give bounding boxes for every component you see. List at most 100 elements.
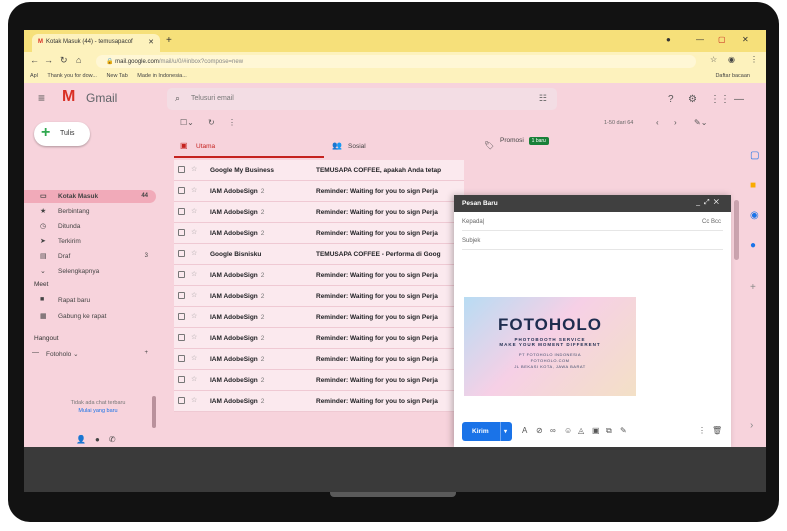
back-icon[interactable]: ← bbox=[30, 55, 39, 65]
apps-grid-icon[interactable]: ⋮⋮ bbox=[710, 94, 730, 105]
to-field[interactable]: Kepada| Cc Bcc bbox=[462, 214, 723, 231]
table-row[interactable]: ☆ IAM AdobeSign 2 Reminder: Waiting for you… bbox=[174, 223, 464, 244]
table-row[interactable]: ☆ IAM AdobeSign 2 Reminder: Waiting for you… bbox=[174, 286, 464, 307]
bookmark-star-icon[interactable]: ☆ bbox=[710, 55, 717, 64]
lock-clock-icon[interactable]: ⧉ bbox=[606, 426, 612, 436]
trash-icon[interactable]: 🗑 bbox=[712, 426, 722, 435]
row-checkbox[interactable] bbox=[178, 313, 185, 320]
profile-icon[interactable]: ● bbox=[666, 35, 671, 44]
star-outline-icon[interactable]: ☆ bbox=[191, 375, 197, 383]
menu-kebab-icon[interactable]: ⋮ bbox=[750, 55, 758, 64]
input-tools-icon[interactable]: ✎⌄ bbox=[694, 118, 707, 127]
reload-icon[interactable]: ↻ bbox=[60, 55, 68, 66]
refresh-icon[interactable]: ↻ bbox=[208, 118, 215, 127]
emoji-icon[interactable]: ☺ bbox=[564, 426, 572, 435]
add-chat-icon[interactable]: + bbox=[144, 350, 148, 356]
row-checkbox[interactable] bbox=[178, 355, 185, 362]
star-outline-icon[interactable]: ☆ bbox=[191, 207, 197, 215]
attach-icon[interactable]: ⊘ bbox=[536, 426, 543, 435]
image-icon[interactable]: ▣ bbox=[592, 426, 600, 435]
home-icon[interactable]: ⌂ bbox=[76, 55, 81, 65]
tab-social[interactable]: 👥 Sosial bbox=[326, 134, 476, 158]
settings-gear-icon[interactable]: ⚙ bbox=[688, 94, 697, 105]
sidebar-scrollbar[interactable] bbox=[152, 396, 156, 428]
sidebar-item-sent[interactable]: ➤ Terkirim bbox=[24, 235, 156, 248]
table-row[interactable]: ☆ IAM AdobeSign 2 Reminder: Waiting for you… bbox=[174, 202, 464, 223]
forward-icon[interactable]: → bbox=[44, 55, 53, 65]
row-checkbox[interactable] bbox=[178, 229, 185, 236]
row-checkbox[interactable] bbox=[178, 376, 185, 383]
sidebar-item-starred[interactable]: ★ Berbintang bbox=[24, 205, 156, 218]
star-outline-icon[interactable]: ☆ bbox=[191, 333, 197, 341]
keep-icon[interactable]: ■ bbox=[750, 180, 756, 191]
add-addon-icon[interactable]: + bbox=[750, 282, 756, 293]
table-row[interactable]: ☆ IAM AdobeSign 2 Reminder: Waiting for you… bbox=[174, 391, 464, 412]
bookmark-made-in-indonesia[interactable]: Made in Indonesia... bbox=[137, 73, 187, 79]
person-icon[interactable]: 👤 bbox=[76, 435, 86, 444]
sidebar-item-snoozed[interactable]: ◷ Ditunda bbox=[24, 220, 156, 233]
search-input[interactable]: ⌕ Telusuri email ☷ bbox=[167, 88, 557, 110]
send-options-icon[interactable]: ▾ bbox=[500, 422, 512, 441]
row-checkbox[interactable] bbox=[178, 187, 185, 194]
table-row[interactable]: ☆ Google My Business TEMUSAPA COFFEE, apak… bbox=[174, 160, 464, 181]
expand-icon[interactable]: ⤢ bbox=[704, 199, 714, 206]
row-checkbox[interactable] bbox=[178, 397, 185, 404]
star-outline-icon[interactable]: ☆ bbox=[191, 186, 197, 194]
star-outline-icon[interactable]: ☆ bbox=[191, 165, 197, 173]
phone-icon[interactable]: ✆ bbox=[109, 435, 116, 444]
maximize-icon[interactable]: ▢ bbox=[718, 35, 726, 44]
reading-list[interactable]: Daftar bacaan bbox=[715, 73, 750, 79]
gmail-logo-icon[interactable]: M bbox=[62, 88, 75, 106]
prev-page-icon[interactable]: ‹ bbox=[656, 118, 659, 127]
contacts-icon[interactable]: ● bbox=[750, 240, 756, 251]
url-input[interactable]: 🔒 mail.google.com/mail/u/0/#inbox?compos… bbox=[96, 55, 696, 68]
sidebar-item-inbox[interactable]: ▭ Kotak Masuk 44 bbox=[24, 190, 156, 203]
star-outline-icon[interactable]: ☆ bbox=[191, 270, 197, 278]
star-outline-icon[interactable]: ☆ bbox=[191, 291, 197, 299]
link-icon[interactable]: ∞ bbox=[550, 426, 556, 435]
browser-tab[interactable]: M Kotak Masuk (44) - temusapacof ✕ bbox=[32, 34, 160, 52]
table-row[interactable]: ☆ IAM AdobeSign 2 Reminder: Waiting for you… bbox=[174, 349, 464, 370]
sidebar-item-join-meeting[interactable]: ▦ Gabung ke rapat bbox=[24, 310, 156, 323]
tab-promotions[interactable]: 🏷 Promosi 1 baru bbox=[478, 134, 628, 158]
minimize-icon[interactable]: — bbox=[696, 35, 704, 44]
signature-pen-icon[interactable]: ✎ bbox=[620, 426, 627, 435]
sidebar-item-new-meeting[interactable]: ■ Rapat baru bbox=[24, 294, 156, 307]
calendar-icon[interactable]: ▢ bbox=[750, 150, 759, 161]
bookmark-new-tab[interactable]: New Tab bbox=[106, 73, 127, 79]
account-icon[interactable]: — bbox=[734, 94, 744, 105]
bookmark-apps[interactable]: Apl bbox=[30, 73, 38, 79]
row-checkbox[interactable] bbox=[178, 334, 185, 341]
star-outline-icon[interactable]: ☆ bbox=[191, 228, 197, 236]
row-checkbox[interactable] bbox=[178, 166, 185, 173]
star-outline-icon[interactable]: ☆ bbox=[191, 249, 197, 257]
compose-button[interactable]: + Tulis bbox=[34, 122, 90, 146]
cc-bcc-link[interactable]: Cc Bcc bbox=[702, 219, 721, 225]
main-scrollbar[interactable] bbox=[734, 200, 739, 260]
minimize-icon[interactable]: _ bbox=[696, 199, 704, 206]
table-row[interactable]: ☆ Google Bisnisku TEMUSAPA COFFEE - Perfor… bbox=[174, 244, 464, 265]
star-outline-icon[interactable]: ☆ bbox=[191, 354, 197, 362]
format-text-icon[interactable]: A bbox=[522, 426, 527, 435]
search-icon[interactable]: ⌕ bbox=[175, 93, 180, 104]
compose-header[interactable]: Pesan Baru _⤢✕ bbox=[454, 195, 731, 212]
table-row[interactable]: ☆ IAM AdobeSign 2 Reminder: Waiting for you… bbox=[174, 307, 464, 328]
row-checkbox[interactable] bbox=[178, 208, 185, 215]
more-actions-icon[interactable]: ⋮ bbox=[228, 118, 236, 127]
send-button[interactable]: Kirim ▾ bbox=[462, 422, 512, 441]
table-row[interactable]: ☆ IAM AdobeSign 2 Reminder: Waiting for you… bbox=[174, 265, 464, 286]
table-row[interactable]: ☆ IAM AdobeSign 2 Reminder: Waiting for you… bbox=[174, 181, 464, 202]
search-options-icon[interactable]: ☷ bbox=[539, 93, 547, 104]
select-all-checkbox[interactable]: ☐⌄ bbox=[180, 118, 194, 127]
more-options-icon[interactable]: ⋮ bbox=[698, 426, 706, 435]
close-tab-icon[interactable]: ✕ bbox=[148, 38, 154, 46]
help-icon[interactable]: ? bbox=[668, 94, 674, 105]
row-checkbox[interactable] bbox=[178, 271, 185, 278]
chevron-right-icon[interactable]: › bbox=[750, 420, 753, 431]
bookmark-thank-you[interactable]: Thank you for dow... bbox=[47, 73, 97, 79]
hangout-user[interactable]: — Fotoholo ⌄ + bbox=[24, 347, 156, 360]
hangout-start-link[interactable]: Mulai yang baru bbox=[38, 407, 158, 415]
chat-bubble-icon[interactable]: ● bbox=[95, 435, 100, 444]
row-checkbox[interactable] bbox=[178, 292, 185, 299]
subject-field[interactable]: Subjek bbox=[462, 233, 723, 250]
